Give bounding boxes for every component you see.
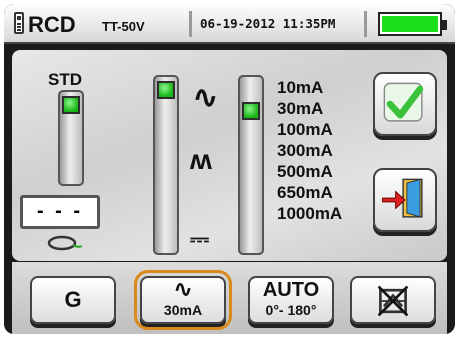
probe-icon	[47, 235, 82, 251]
g-button-label: G	[64, 287, 82, 312]
ac-wave-icon: ∿	[172, 276, 194, 303]
rcd-screen: RCD TT-50V 06-19-2012 11:35PM STD - - - …	[4, 4, 455, 334]
phase-range-label: 0°- 180°	[265, 302, 317, 318]
current-option-10ma[interactable]: 10mA	[277, 77, 342, 98]
function-bar: G ∿ 30mA AUTO 0°- 180°	[12, 262, 447, 334]
dc-wave-icon: ⎓	[190, 226, 210, 253]
exit-button[interactable]	[373, 168, 437, 232]
instrument-icon	[14, 12, 24, 34]
confirm-button[interactable]	[373, 72, 437, 136]
current-label: 30mA	[163, 302, 203, 318]
check-icon	[383, 82, 424, 122]
waveform-slider[interactable]	[153, 75, 179, 255]
page-title: RCD	[28, 12, 76, 37]
battery-level	[382, 16, 438, 32]
current-option-100ma[interactable]: 100mA	[277, 119, 342, 140]
datetime-display: 06-19-2012 11:35PM	[189, 11, 367, 37]
current-option-300ma[interactable]: 300mA	[277, 140, 342, 161]
waveform-current-button[interactable]: ∿ 30mA	[134, 270, 232, 330]
waveform-slider-knob[interactable]	[157, 81, 175, 99]
current-slider-knob[interactable]	[242, 102, 260, 120]
current-list: 10mA 30mA 100mA 300mA 500mA 650mA 1000mA	[277, 77, 342, 224]
settings-panel: STD - - - ∿ ʍ ⎓ 10mA 30mA 100mA 300mA 50…	[12, 50, 447, 261]
battery-icon	[378, 12, 447, 36]
pulse-wave-icon: ʍ	[190, 144, 212, 175]
system-label: TT-50V	[102, 19, 145, 34]
auto-label: AUTO	[262, 279, 320, 301]
std-slider-knob[interactable]	[62, 96, 80, 114]
current-option-500ma[interactable]: 500mA	[277, 161, 342, 182]
no-delay-icon	[377, 285, 409, 317]
current-option-1000ma[interactable]: 1000mA	[277, 203, 342, 224]
exit-door-icon	[382, 178, 423, 218]
current-option-30ma[interactable]: 30mA	[277, 98, 342, 119]
header-bar: RCD TT-50V 06-19-2012 11:35PM	[4, 4, 455, 44]
auto-phase-button[interactable]: AUTO 0°- 180°	[248, 276, 334, 324]
g-button[interactable]: G	[30, 276, 116, 324]
disabled-function-button[interactable]	[350, 276, 436, 324]
std-label: STD	[48, 70, 82, 89]
ac-wave-icon: ∿	[192, 79, 219, 115]
current-option-650ma[interactable]: 650mA	[277, 182, 342, 203]
std-value-display[interactable]: - - -	[20, 195, 100, 229]
